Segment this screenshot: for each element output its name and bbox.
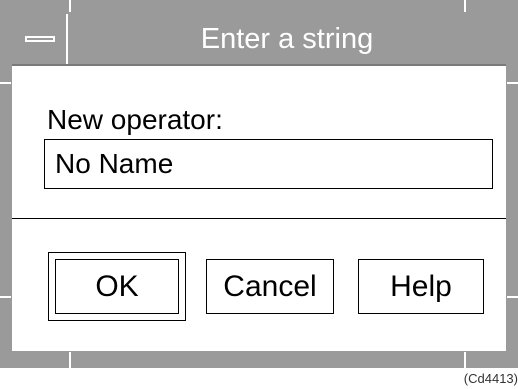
frame-notch xyxy=(507,82,518,84)
help-button[interactable]: Help xyxy=(358,259,484,314)
system-menu-button[interactable] xyxy=(12,14,68,64)
ok-button[interactable]: OK xyxy=(55,259,179,314)
system-menu-icon xyxy=(25,36,55,42)
frame-notch xyxy=(0,82,11,84)
page: Enter a string New operator: OK Cancel H… xyxy=(0,0,518,389)
frame-notch xyxy=(69,0,71,12)
dialog-window: Enter a string New operator: OK Cancel H… xyxy=(0,0,518,368)
new-operator-label: New operator: xyxy=(47,104,223,135)
figure-caption: (Cd4413) xyxy=(463,371,518,386)
frame-notch xyxy=(464,0,466,12)
cancel-button[interactable]: Cancel xyxy=(206,259,334,314)
frame-notch xyxy=(69,352,71,368)
title-bar[interactable]: Enter a string xyxy=(12,14,506,66)
frame-notch xyxy=(507,296,518,298)
frame-notch xyxy=(0,296,11,298)
separator xyxy=(12,218,506,219)
window-title: Enter a string xyxy=(200,23,374,55)
new-operator-input[interactable] xyxy=(44,139,493,189)
frame-notch xyxy=(464,352,466,368)
default-button-outline: OK xyxy=(48,252,186,321)
dialog-body: New operator: OK Cancel Help xyxy=(12,66,506,351)
